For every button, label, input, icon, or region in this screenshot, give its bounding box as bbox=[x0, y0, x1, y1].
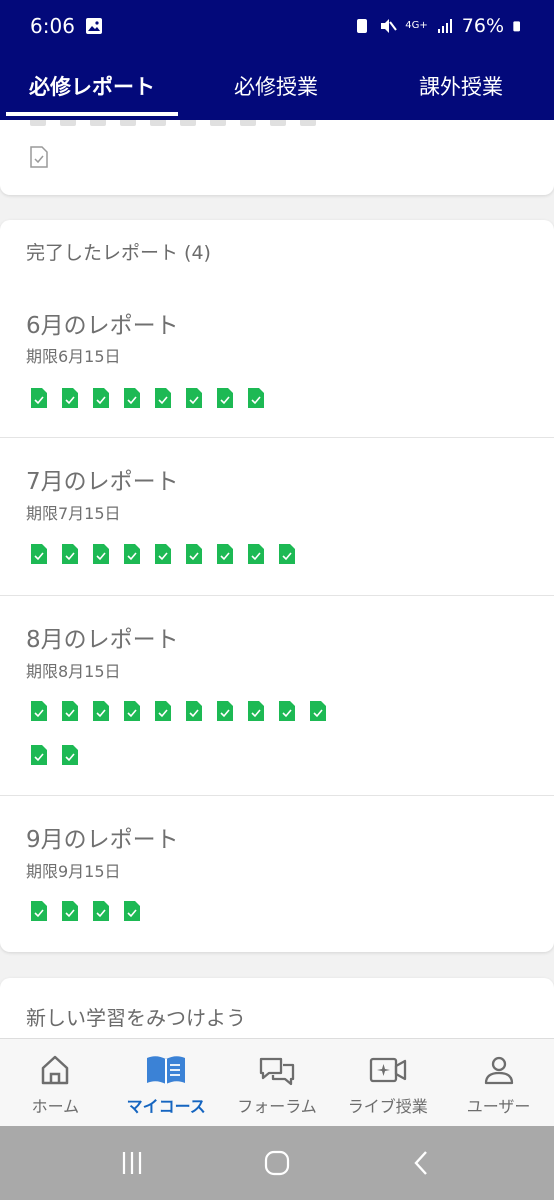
bottom-navigation: ホーム マイコース フォーラム ライブ授業 ユーザー bbox=[0, 1038, 554, 1126]
completed-document-icon bbox=[93, 544, 109, 564]
battery-saver-icon bbox=[357, 19, 368, 33]
video-icon bbox=[369, 1057, 406, 1083]
completed-document-icon bbox=[31, 901, 47, 921]
completed-document-icon bbox=[155, 701, 171, 721]
network-type: 4G+ bbox=[405, 20, 428, 31]
nav-forum[interactable]: フォーラム bbox=[222, 1039, 333, 1126]
nav-home[interactable]: ホーム bbox=[0, 1039, 111, 1126]
completed-document-icon bbox=[186, 544, 202, 564]
report-due-date: 期限6月15日 bbox=[26, 347, 121, 366]
mute-icon bbox=[381, 19, 398, 33]
report-due-date: 期限9月15日 bbox=[26, 862, 121, 881]
report-august[interactable]: 8月のレポート 期限8月15日 bbox=[0, 596, 554, 796]
report-june[interactable]: 6月のレポート 期限6月15日 bbox=[0, 280, 554, 438]
nav-home-label: ホーム bbox=[31, 1097, 80, 1116]
completed-document-icon bbox=[124, 701, 140, 721]
empty-document-icon bbox=[30, 146, 48, 168]
back-icon[interactable] bbox=[407, 1148, 437, 1178]
app-header: 6:06 4G+ 76% 必修レポート 必修授業 課外授業 bbox=[0, 0, 554, 120]
completed-document-icon bbox=[310, 701, 326, 721]
discover-title: 新しい学習をみつけよう bbox=[26, 1006, 246, 1030]
signal-icon bbox=[437, 19, 452, 33]
report-title: 9月のレポート bbox=[26, 827, 179, 853]
report-title: 8月のレポート bbox=[26, 627, 179, 653]
completed-document-icon bbox=[62, 901, 78, 921]
battery-icon bbox=[513, 21, 520, 32]
completed-document-icon bbox=[279, 544, 295, 564]
completed-document-icon bbox=[124, 901, 140, 921]
completed-document-icon bbox=[31, 544, 47, 564]
report-status-icons bbox=[30, 700, 350, 766]
completed-document-icon bbox=[62, 701, 78, 721]
pending-reports-card bbox=[0, 120, 554, 195]
completed-document-icon bbox=[248, 544, 264, 564]
gallery-icon bbox=[85, 18, 102, 34]
completed-document-icon bbox=[124, 544, 140, 564]
nav-my-course-label: マイコース bbox=[126, 1097, 206, 1116]
system-navigation-bar bbox=[0, 1126, 554, 1200]
completed-document-icon bbox=[31, 701, 47, 721]
home-icon bbox=[42, 1055, 69, 1085]
book-icon bbox=[147, 1056, 186, 1084]
completed-document-icon bbox=[31, 745, 47, 765]
report-september[interactable]: 9月のレポート 期限9月15日 bbox=[0, 796, 554, 952]
completed-document-icon bbox=[62, 388, 78, 408]
completed-document-icon bbox=[124, 388, 140, 408]
nav-user[interactable]: ユーザー bbox=[443, 1039, 554, 1126]
tab-bar: 必修レポート 必修授業 課外授業 bbox=[0, 52, 554, 120]
completed-document-icon bbox=[93, 701, 109, 721]
report-due-date: 期限7月15日 bbox=[26, 504, 121, 523]
completed-document-icon bbox=[217, 388, 233, 408]
status-time: 6:06 bbox=[30, 14, 75, 38]
report-title: 6月のレポート bbox=[26, 313, 179, 339]
tab-required-reports[interactable]: 必修レポート bbox=[0, 52, 184, 120]
completed-document-icon bbox=[62, 544, 78, 564]
completed-document-icon bbox=[62, 745, 78, 765]
report-title: 7月のレポート bbox=[26, 469, 179, 495]
completed-document-icon bbox=[279, 701, 295, 721]
cut-off-icons-row bbox=[30, 120, 316, 126]
user-icon bbox=[484, 1056, 513, 1085]
completed-document-icon bbox=[217, 701, 233, 721]
completed-reports-card: 完了したレポート (4) 6月のレポート 期限6月15日 7月のレポート 期限7… bbox=[0, 220, 554, 952]
completed-document-icon bbox=[155, 388, 171, 408]
content-scroll[interactable]: 完了したレポート (4) 6月のレポート 期限6月15日 7月のレポート 期限7… bbox=[0, 120, 554, 1038]
tab-required-classes[interactable]: 必修授業 bbox=[184, 52, 368, 120]
completed-document-icon bbox=[93, 901, 109, 921]
report-status-icons bbox=[30, 387, 350, 409]
completed-document-icon bbox=[31, 388, 47, 408]
nav-user-label: ユーザー bbox=[466, 1097, 531, 1116]
discover-card[interactable]: 新しい学習をみつけよう bbox=[0, 978, 554, 1038]
status-bar: 6:06 4G+ 76% bbox=[0, 0, 554, 52]
completed-document-icon bbox=[248, 388, 264, 408]
completed-document-icon bbox=[186, 388, 202, 408]
nav-my-course[interactable]: マイコース bbox=[111, 1039, 222, 1126]
completed-document-icon bbox=[186, 701, 202, 721]
report-status-icons bbox=[30, 543, 350, 565]
report-status-icons bbox=[30, 900, 350, 922]
report-due-date: 期限8月15日 bbox=[26, 662, 121, 681]
completed-document-icon bbox=[93, 388, 109, 408]
report-july[interactable]: 7月のレポート 期限7月15日 bbox=[0, 438, 554, 596]
nav-forum-label: フォーラム bbox=[237, 1097, 317, 1116]
nav-live-class-label: ライブ授業 bbox=[347, 1097, 428, 1116]
recent-apps-icon[interactable] bbox=[117, 1148, 147, 1178]
completed-document-icon bbox=[248, 701, 264, 721]
completed-document-icon bbox=[217, 544, 233, 564]
tab-extracurricular[interactable]: 課外授業 bbox=[368, 52, 554, 120]
completed-section-title: 完了したレポート (4) bbox=[26, 242, 211, 264]
nav-live-class[interactable]: ライブ授業 bbox=[332, 1039, 443, 1126]
completed-document-icon bbox=[155, 544, 171, 564]
battery-percent: 76% bbox=[461, 15, 504, 37]
chat-bubbles-icon bbox=[259, 1057, 295, 1086]
home-button-icon[interactable] bbox=[262, 1148, 292, 1178]
